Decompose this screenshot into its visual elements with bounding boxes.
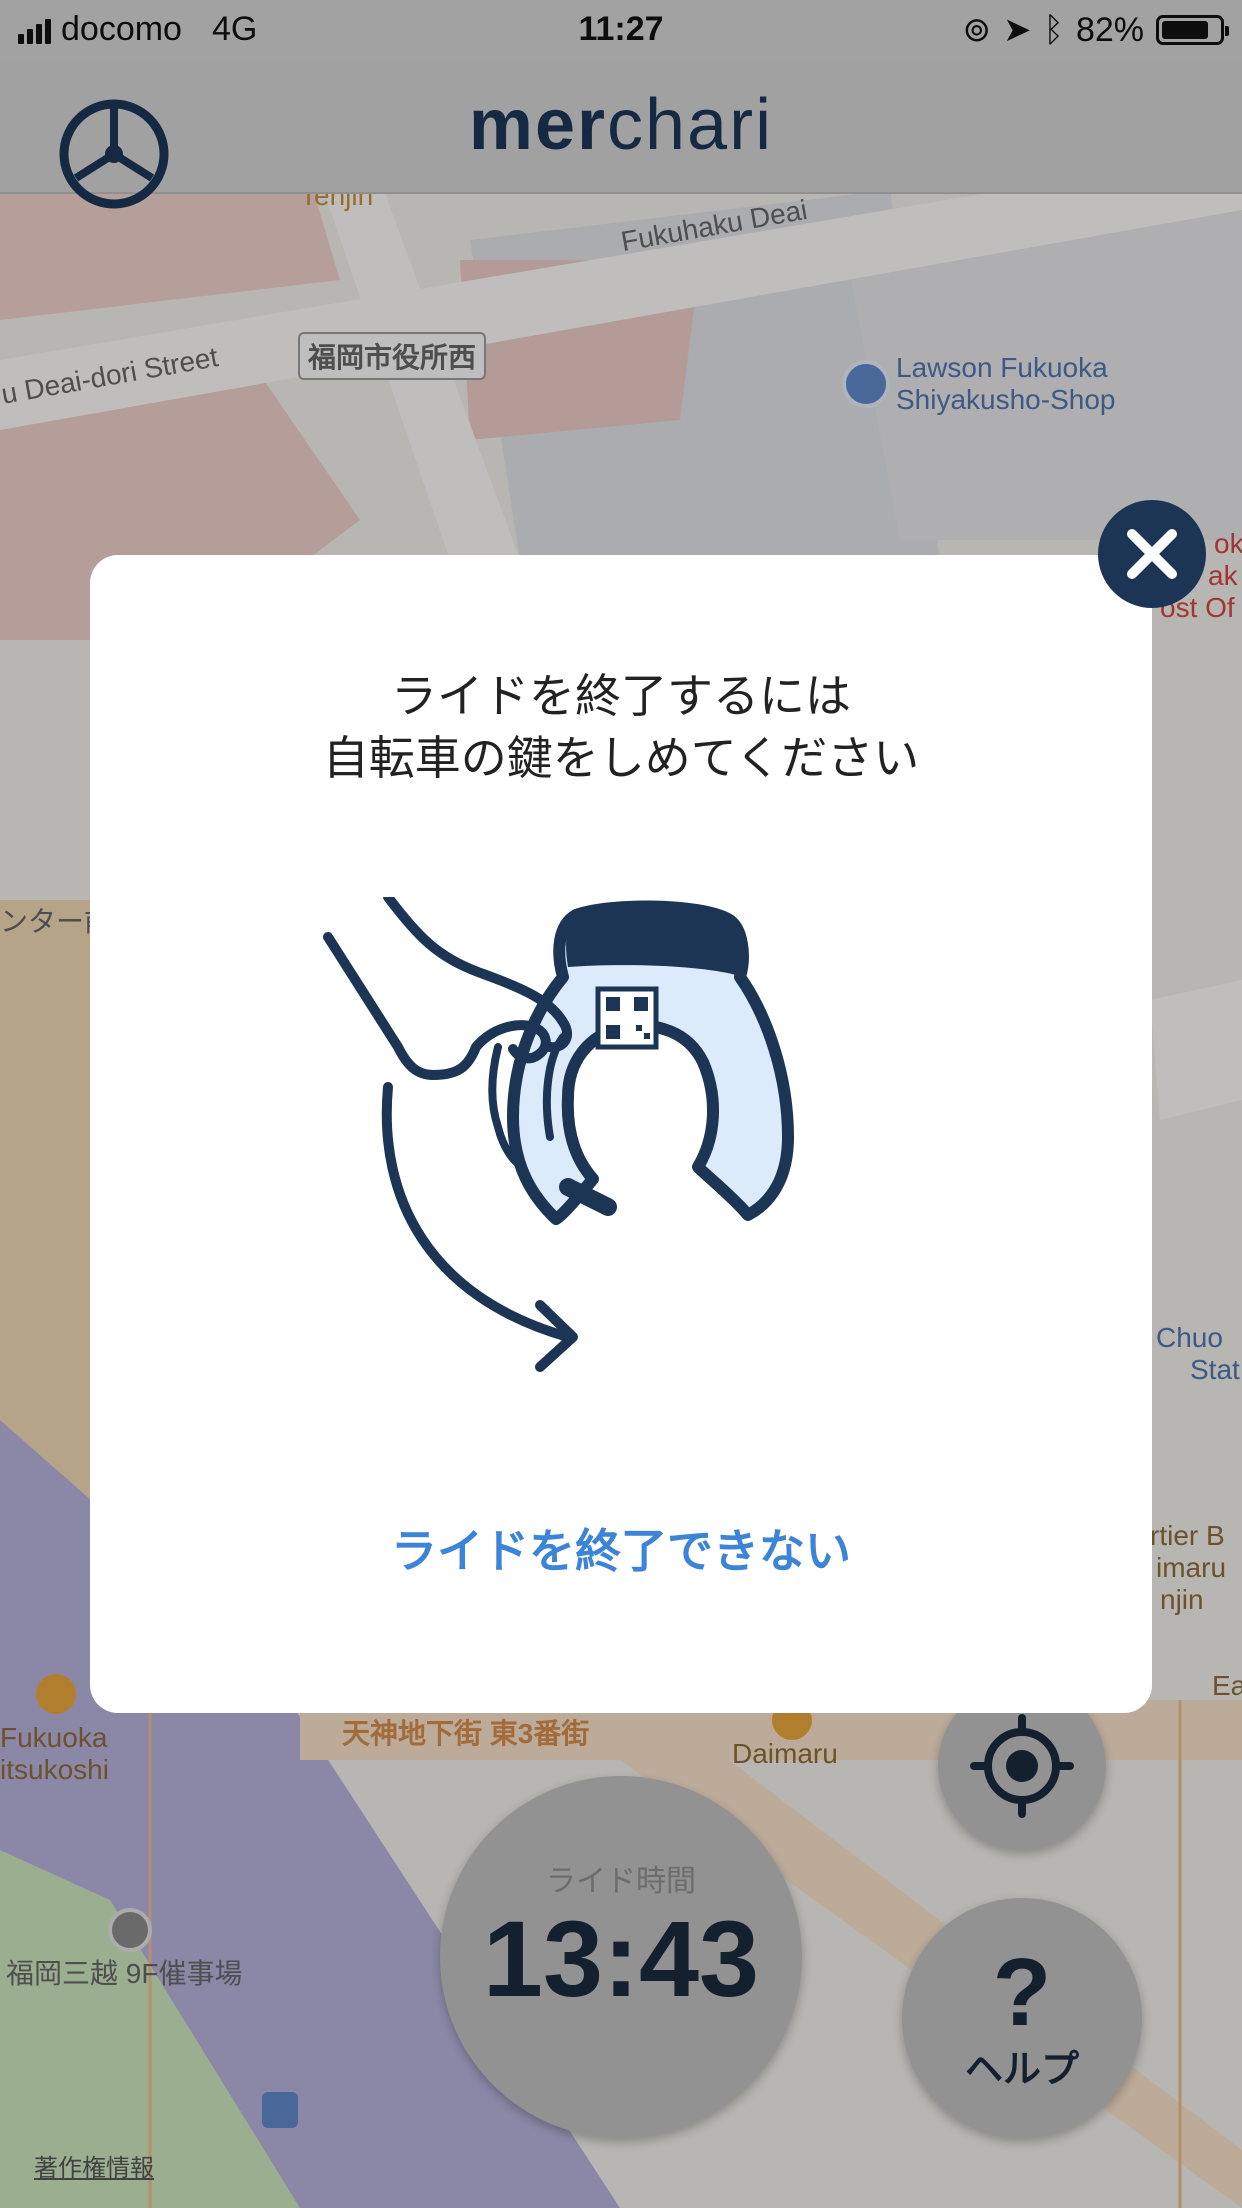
modal-title-line2: 自転車の鍵をしめてください: [322, 731, 920, 785]
lock-illustration: [323, 897, 794, 1372]
modal-title-line1: ライドを終了するには: [391, 669, 851, 723]
modal-title: ライドを終了するには 自転車の鍵をしめてください: [90, 665, 1152, 789]
cannot-end-ride-link[interactable]: ライドを終了できない: [90, 1515, 1152, 1581]
modal-close-button[interactable]: [1098, 500, 1206, 608]
end-ride-modal: ライドを終了するには 自転車の鍵をしめてください ライドを終了できない: [90, 555, 1152, 1713]
close-icon: [1127, 529, 1177, 579]
